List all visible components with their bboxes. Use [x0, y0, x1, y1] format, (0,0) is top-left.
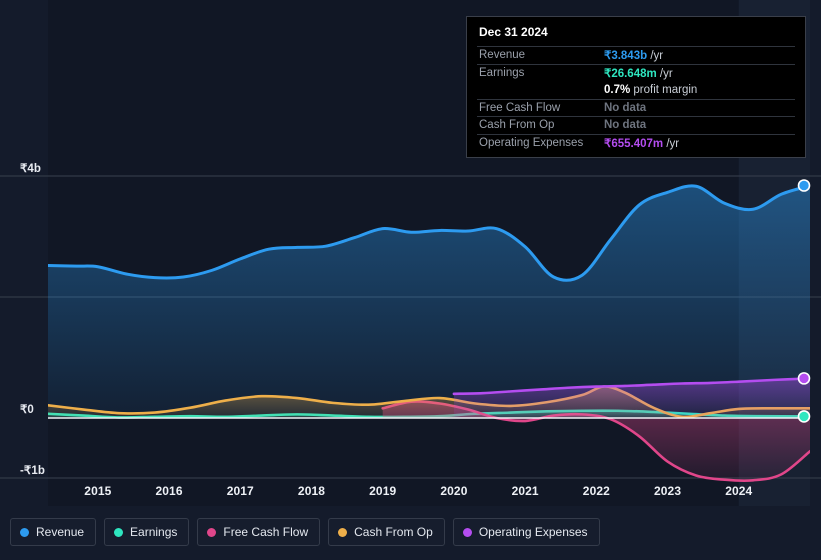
legend-item-cash-from-op[interactable]: Cash From Op — [328, 518, 445, 546]
tooltip-row-label: Earnings — [479, 66, 525, 79]
legend-item-operating-expenses[interactable]: Operating Expenses — [452, 518, 600, 546]
legend-dot-icon — [462, 527, 472, 537]
tooltip-row-value: ₹3.843b /yr — [604, 50, 664, 63]
legend-item-earnings[interactable]: Earnings — [104, 518, 190, 546]
x-axis-label-2015: 2015 — [84, 484, 112, 498]
data-tooltip: Dec 31 2024 Revenue ₹3.843b /yr Earnings ₹2… — [466, 16, 806, 158]
x-axis-label-2018: 2018 — [297, 484, 326, 498]
tooltip-row-value: 0.7% profit margin — [604, 83, 698, 96]
legend-dot-icon — [207, 527, 217, 537]
tooltip-row-value: ₹26.648m /yr — [604, 67, 673, 80]
x-axis-label-2016: 2016 — [155, 484, 183, 498]
x-axis-label-2024: 2024 — [725, 484, 753, 498]
tooltip-rows: Revenue ₹3.843b /yr Earnings ₹26.648m /yr 0.… — [477, 46, 795, 151]
legend-dot-icon — [20, 527, 29, 537]
legend-item-revenue[interactable]: Revenue — [10, 518, 97, 546]
x-axis-label-2020: 2020 — [440, 484, 468, 498]
tooltip-row: 0.7% profit margin — [477, 81, 795, 99]
tooltip-row-label: Free Cash Flow — [479, 101, 561, 114]
legend-label: Operating Expenses — [478, 525, 588, 539]
tooltip-row: Operating Expenses ₹655.407m /yr — [477, 133, 795, 152]
x-axis-label-2019: 2019 — [369, 484, 397, 498]
legend-dot-icon — [338, 527, 348, 537]
tooltip-row-label: Cash From Op — [479, 119, 555, 132]
financial-chart-page: ₹4b ₹0 -₹1b 2015 2016 2017 2018 2019 2020 2021… — [0, 0, 821, 560]
x-axis-label-2017: 2017 — [226, 484, 254, 498]
y-axis-label-4b: ₹4b — [20, 163, 42, 175]
tooltip-row: Cash From Op No data — [477, 116, 795, 134]
tooltip-row: Revenue ₹3.843b /yr — [477, 46, 795, 64]
tooltip-row-value: No data — [604, 101, 647, 114]
legend-dot-icon — [114, 527, 124, 537]
y-axis-label-0: ₹0 — [20, 404, 34, 416]
tooltip-row-value: No data — [604, 119, 647, 132]
legend-label: Earnings — [130, 525, 178, 539]
tooltip-date: Dec 31 2024 — [479, 25, 548, 39]
tooltip-row-value: ₹655.407m /yr — [604, 137, 680, 150]
y-axis-label-neg1b: -₹1b — [20, 465, 45, 477]
legend-label: Revenue — [36, 525, 85, 539]
x-axis-label-2021: 2021 — [511, 484, 539, 498]
legend-label: Cash From Op — [354, 525, 433, 539]
legend-label: Free Cash Flow — [223, 525, 309, 539]
tooltip-row-label: Revenue — [479, 49, 526, 62]
chart-legend: Revenue Earnings Free Cash Flow Cash From O… — [10, 518, 600, 546]
x-axis-label-2022: 2022 — [582, 484, 610, 498]
x-axis-label-2023: 2023 — [654, 484, 682, 498]
tooltip-row: Free Cash Flow No data — [477, 98, 795, 117]
tooltip-row: Earnings ₹26.648m /yr — [477, 63, 795, 82]
tooltip-row-label: Operating Expenses — [479, 136, 584, 149]
legend-item-free-cash-flow[interactable]: Free Cash Flow — [197, 518, 321, 546]
